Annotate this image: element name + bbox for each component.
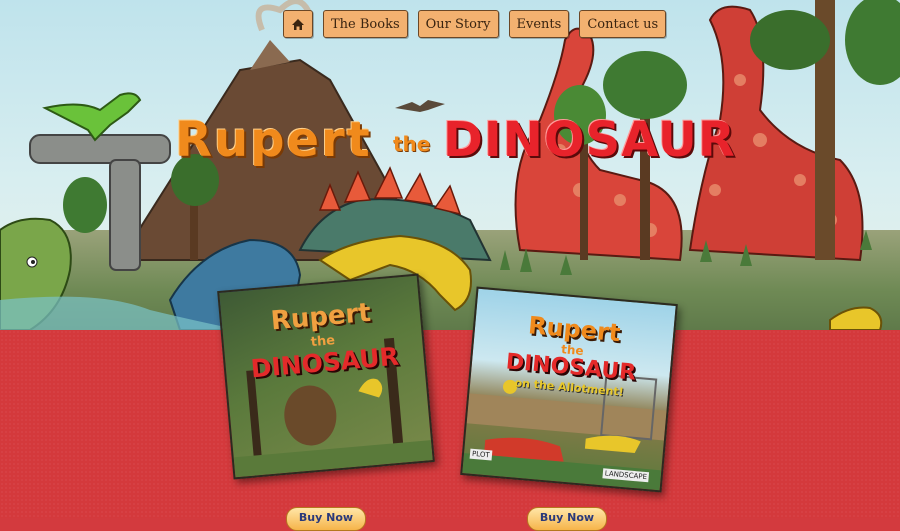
small-yellow-dinosaur	[829, 306, 883, 330]
nav-our-story[interactable]: Our Story	[417, 10, 499, 38]
book-cover-rupert-the-dinosaur[interactable]: Rupert the DINOSAUR	[217, 273, 435, 480]
book2-plot-badge: PLOT	[469, 448, 493, 461]
page-background	[0, 330, 900, 518]
buy-now-button-book1[interactable]: Buy Now	[286, 507, 366, 531]
nav-contact-us[interactable]: Contact us	[579, 10, 667, 38]
home-icon	[292, 18, 304, 30]
nav-the-books[interactable]: The Books	[323, 10, 408, 38]
book-cover-rupert-on-the-allotment[interactable]: Rupert the DINOSAUR on the Allotment! PL…	[460, 286, 678, 493]
title-the: the	[393, 132, 431, 156]
main-nav: The Books Our Story Events Contact us	[283, 10, 667, 38]
title-dinosaur: DINOSAUR	[443, 112, 736, 168]
green-lizard	[42, 92, 142, 142]
stone-arch	[29, 134, 171, 164]
nav-home-button[interactable]	[283, 10, 313, 38]
buy-now-button-book2[interactable]: Buy Now	[527, 507, 607, 531]
nav-events[interactable]: Events	[508, 10, 570, 38]
title-rupert: Rupert	[175, 112, 372, 168]
pterodactyl	[395, 100, 445, 112]
